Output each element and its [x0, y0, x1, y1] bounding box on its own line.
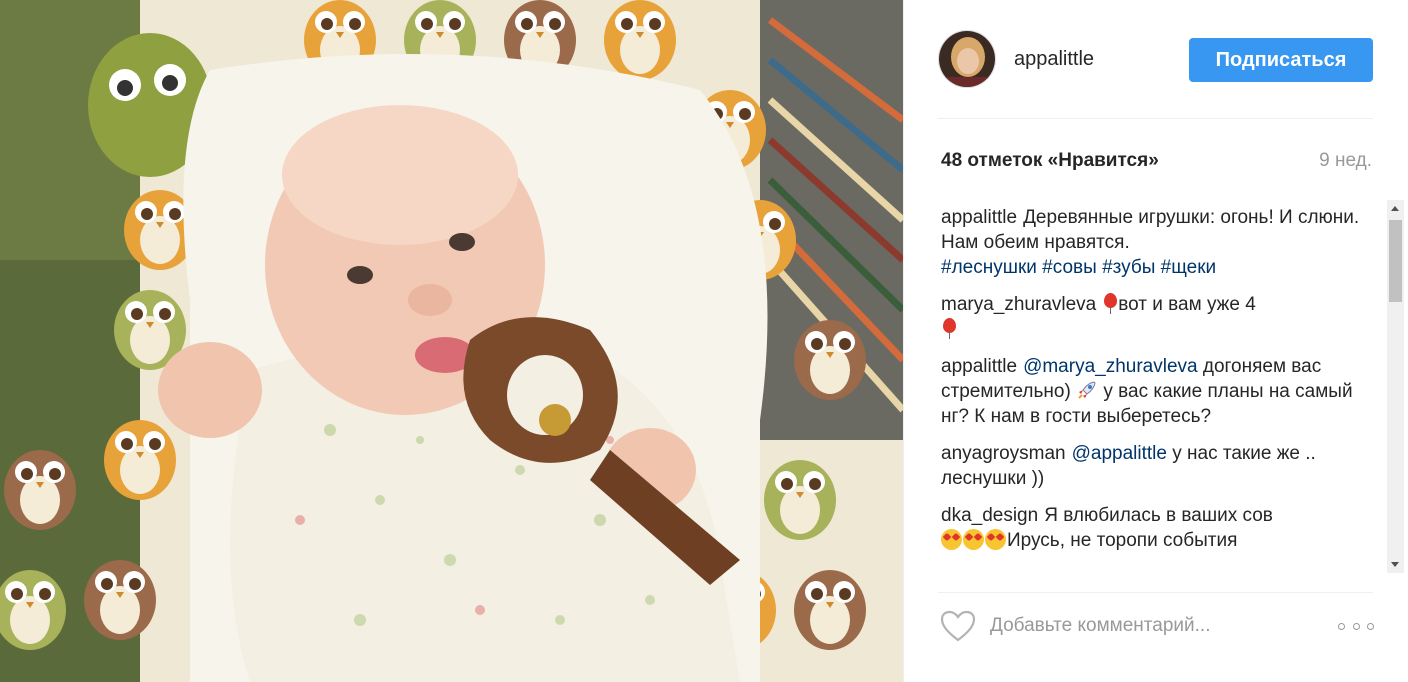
post-photo[interactable]: [0, 0, 903, 682]
heart-icon[interactable]: [940, 610, 976, 642]
comment-item: anyagroysman @appalittle у нас такие же .…: [941, 441, 1379, 491]
balloon-emoji-icon: [1102, 293, 1118, 314]
comment-author[interactable]: appalittle: [941, 207, 1017, 228]
comment-author[interactable]: appalittle: [941, 356, 1017, 377]
scroll-up-arrow-icon[interactable]: [1387, 200, 1404, 217]
comment-item: appalittle @marya_zhuravleva догоняем вас…: [941, 354, 1379, 429]
more-dot: [1352, 622, 1360, 630]
comment-item: marya_zhuravleva вот и вам уже 4: [941, 292, 1379, 342]
hashtag-link[interactable]: #зубы: [1102, 257, 1155, 278]
likes-count[interactable]: 48 отметок «Нравится»: [941, 150, 1159, 172]
header-divider: [938, 118, 1373, 119]
comment-item: dka_design Я влюбилась в ваших сов Ирусь,…: [941, 503, 1379, 553]
post-author-username[interactable]: appalittle: [1014, 48, 1094, 71]
scroll-thumb[interactable]: [1389, 220, 1402, 302]
heart-eyes-emoji-icon: [963, 529, 984, 550]
avatar[interactable]: [938, 30, 996, 88]
mention-link[interactable]: @appalittle: [1072, 443, 1167, 464]
more-dot: [1367, 622, 1374, 630]
mention-link[interactable]: @marya_zhuravleva: [1023, 356, 1198, 377]
comment-text: вот и вам уже 4: [1118, 294, 1256, 315]
comments-scrollbar[interactable]: [1387, 200, 1404, 573]
balloon-emoji-icon: [941, 318, 957, 339]
post-header: appalittle Подписаться: [904, 0, 1408, 118]
follow-button[interactable]: Подписаться: [1189, 38, 1373, 82]
more-dot: [1338, 622, 1345, 630]
comments-list: appalittle Деревянные игрушки: огонь! И с…: [941, 205, 1379, 578]
post-time[interactable]: 9 нед.: [1319, 150, 1372, 172]
comment-text: Я влюбилась в ваших сов: [1044, 505, 1273, 526]
comment-input[interactable]: [990, 608, 1310, 644]
heart-eyes-emoji-icon: [941, 529, 962, 550]
comment-author[interactable]: anyagroysman: [941, 443, 1066, 464]
comment-text: Ирусь, не торопи события: [1007, 530, 1238, 551]
more-options-icon[interactable]: [1336, 612, 1376, 640]
post-details-panel: appalittle Подписаться 48 отметок «Нрави…: [903, 0, 1408, 682]
scroll-down-arrow-icon[interactable]: [1387, 556, 1404, 573]
hashtag-link[interactable]: #леснушки: [941, 257, 1037, 278]
footer-divider: [938, 592, 1373, 593]
avatar-image: [939, 31, 995, 87]
comment-author[interactable]: dka_design: [941, 505, 1038, 526]
comment-author[interactable]: marya_zhuravleva: [941, 294, 1096, 315]
comment-item: appalittle Деревянные игрушки: огонь! И с…: [941, 205, 1379, 280]
hashtag-link[interactable]: #совы: [1042, 257, 1097, 278]
hashtag-link[interactable]: #щеки: [1161, 257, 1216, 278]
baby-with-owl-toy-photo: [0, 0, 903, 682]
rocket-emoji-icon: [1076, 379, 1098, 401]
heart-eyes-emoji-icon: [985, 529, 1006, 550]
